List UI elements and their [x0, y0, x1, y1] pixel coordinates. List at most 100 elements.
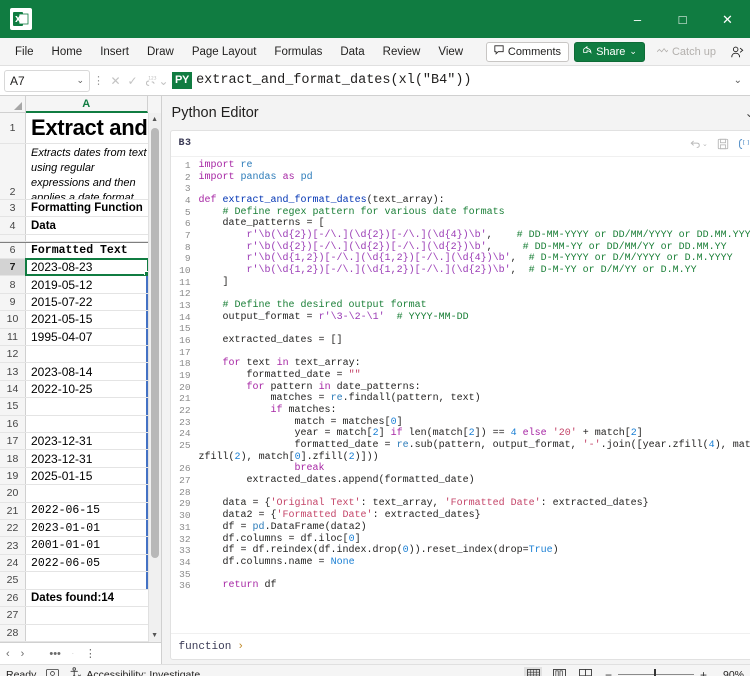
undo-icon[interactable]: ⌄	[689, 138, 708, 150]
breadcrumb-function-label[interactable]: function	[179, 641, 232, 653]
cell-a5[interactable]	[26, 235, 148, 241]
row-header[interactable]: 7	[0, 259, 26, 275]
row-header[interactable]: 13	[0, 363, 26, 379]
cell-a9[interactable]: 2015-07-22	[26, 294, 148, 310]
row-header[interactable]: 25	[0, 572, 26, 588]
zoom-level[interactable]: 90%	[718, 669, 744, 676]
row-header[interactable]: 24	[0, 555, 26, 571]
row-header[interactable]: 21	[0, 503, 26, 519]
cell-a23[interactable]: 2001-01-01	[26, 537, 148, 553]
cell-a25[interactable]	[26, 572, 148, 588]
row-header[interactable]: 14	[0, 381, 26, 397]
page-break-view-icon[interactable]	[576, 667, 594, 676]
scroll-down-icon[interactable]: ▼	[149, 629, 161, 642]
ribbon-tab-home[interactable]: Home	[43, 42, 92, 62]
ribbon-tab-insert[interactable]: Insert	[91, 42, 138, 62]
confirm-icon[interactable]: ✓	[124, 71, 141, 91]
row-header[interactable]: 16	[0, 416, 26, 432]
row-header[interactable]: 1	[0, 113, 26, 143]
comments-button[interactable]: Comments	[486, 42, 569, 62]
insert-function-icon[interactable]: 123	[141, 71, 158, 91]
row-header[interactable]: 10	[0, 311, 26, 327]
catch-up-button[interactable]: Catch up	[650, 42, 723, 62]
formula-input[interactable]: extract_and_format_dates(xl("B4"))	[196, 73, 734, 88]
record-macro-icon[interactable]	[46, 668, 59, 676]
sheet-more-icon[interactable]: •••	[49, 648, 61, 660]
cell-a12[interactable]	[26, 346, 148, 362]
column-header-a[interactable]: A	[26, 96, 148, 113]
cell-a14[interactable]: 2022-10-25	[26, 381, 148, 397]
row-header[interactable]: 18	[0, 450, 26, 466]
row-header[interactable]: 17	[0, 433, 26, 449]
cell-a27[interactable]	[26, 607, 148, 623]
zoom-track[interactable]	[618, 674, 694, 675]
row-header[interactable]: 8	[0, 276, 26, 292]
cell-a4[interactable]: Data	[26, 217, 148, 233]
sheet-menu-icon[interactable]: ⋮	[85, 647, 96, 660]
chevron-down-icon[interactable]: ⌄	[742, 106, 750, 120]
normal-view-icon[interactable]	[524, 667, 542, 676]
row-header[interactable]: 28	[0, 625, 26, 641]
row-header[interactable]	[0, 235, 26, 241]
row-header[interactable]: 4	[0, 217, 26, 233]
zoom-in-button[interactable]: +	[697, 668, 710, 676]
cell-a11[interactable]: 1995-04-07	[26, 329, 148, 345]
code-scroll-area[interactable]: 1import re2import pandas as pd3 4def ext…	[171, 157, 750, 633]
cell-a7[interactable]: 2023-08-23	[26, 259, 148, 275]
row-header[interactable]: 27	[0, 607, 26, 623]
maximize-button[interactable]: □	[660, 0, 705, 38]
expand-formula-bar-icon[interactable]: ⌄	[734, 75, 746, 86]
run-icon[interactable]: [ ] ⌄	[738, 138, 750, 150]
cell-a26[interactable]: Dates found:14	[26, 590, 148, 606]
cell-a6[interactable]: Formatted Text	[26, 243, 148, 258]
cell-a8[interactable]: 2019-05-12	[26, 276, 148, 292]
row-header[interactable]: 23	[0, 537, 26, 553]
row-header[interactable]: 2	[0, 144, 26, 199]
sheet-prev-icon[interactable]: ‹	[6, 648, 10, 660]
cell-a2[interactable]: Extracts dates from text using regular e…	[26, 144, 148, 199]
row-header[interactable]: 26	[0, 590, 26, 606]
cell-a20[interactable]	[26, 485, 148, 501]
cell-a21[interactable]: 2022-06-15	[26, 503, 148, 519]
row-header[interactable]: 9	[0, 294, 26, 310]
zoom-out-button[interactable]: −	[602, 668, 615, 676]
row-header[interactable]: 11	[0, 329, 26, 345]
accessibility-status[interactable]: Accessibility: Investigate	[69, 667, 200, 676]
name-box[interactable]: A7 ⌄	[4, 70, 90, 92]
page-layout-view-icon[interactable]	[550, 667, 568, 676]
row-header[interactable]: 19	[0, 468, 26, 484]
cell-a22[interactable]: 2023-01-01	[26, 520, 148, 536]
ribbon-tab-draw[interactable]: Draw	[138, 42, 183, 62]
scrollbar-thumb[interactable]	[151, 128, 159, 558]
row-header[interactable]: 20	[0, 485, 26, 501]
cell-a19[interactable]: 2025-01-15	[26, 468, 148, 484]
ribbon-tab-view[interactable]: View	[429, 42, 472, 62]
cell-a10[interactable]: 2021-05-15	[26, 311, 148, 327]
zoom-thumb[interactable]	[654, 669, 656, 676]
ribbon-tab-file[interactable]: File	[6, 42, 43, 62]
ribbon-tab-formulas[interactable]: Formulas	[265, 42, 331, 62]
ribbon-tab-data[interactable]: Data	[331, 42, 373, 62]
minimize-button[interactable]: –	[615, 0, 660, 38]
cell-a1[interactable]: Extract and	[26, 113, 148, 143]
save-icon[interactable]	[717, 138, 729, 150]
ribbon-tab-review[interactable]: Review	[374, 42, 430, 62]
python-code[interactable]: 1import re2import pandas as pd3 4def ext…	[171, 157, 750, 592]
cell-a28[interactable]	[26, 625, 148, 641]
row-header[interactable]: 22	[0, 520, 26, 536]
row-header[interactable]: 6	[0, 243, 26, 258]
ribbon-tab-page-layout[interactable]: Page Layout	[183, 42, 266, 62]
person-add-icon[interactable]	[728, 43, 746, 61]
cell-a13[interactable]: 2023-08-14	[26, 363, 148, 379]
cancel-icon[interactable]: ✕	[107, 71, 124, 91]
row-header[interactable]: 12	[0, 346, 26, 362]
cell-a18[interactable]: 2023-12-31	[26, 450, 148, 466]
row-header[interactable]: 15	[0, 398, 26, 414]
close-button[interactable]: ✕	[705, 0, 750, 38]
zoom-slider[interactable]: − +	[602, 668, 710, 676]
row-header[interactable]: 3	[0, 200, 26, 216]
cell-a3[interactable]: Formatting Function	[26, 200, 148, 216]
chevron-down-icon[interactable]: ⌄	[158, 71, 169, 91]
cell-a24[interactable]: 2022-06-05	[26, 555, 148, 571]
scroll-up-icon[interactable]: ▲	[149, 113, 161, 126]
